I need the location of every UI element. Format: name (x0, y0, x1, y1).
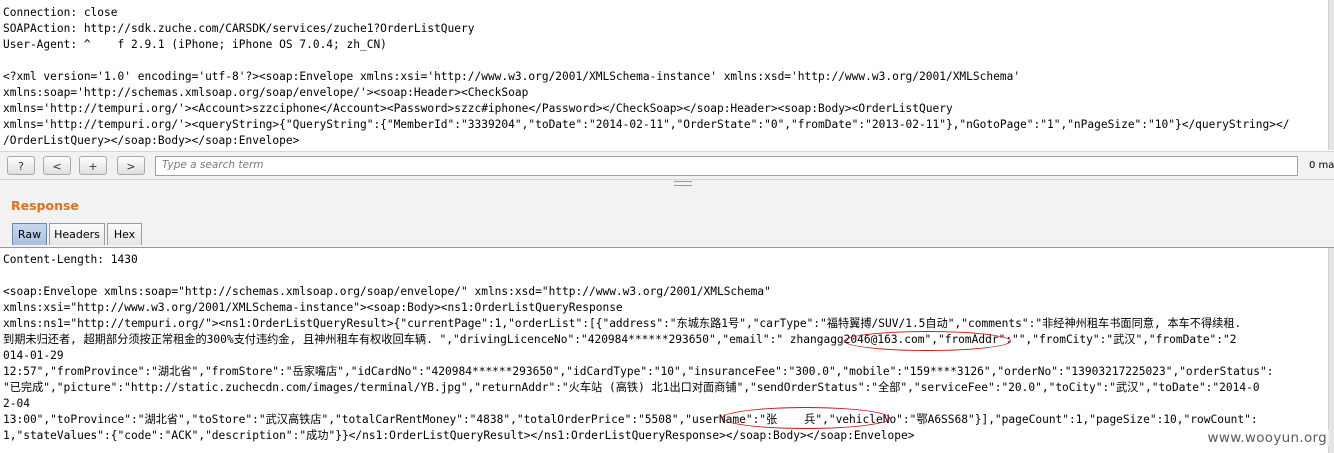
response-line: Content-Length: 1430 (3, 253, 138, 266)
add-search-button[interactable]: + (79, 156, 107, 175)
request-editor[interactable]: Connection: close SOAPAction: http://sdk… (0, 0, 1334, 150)
response-line: xmlns:xsi="http://www.w3.org/2001/XMLSch… (3, 301, 623, 314)
response-header: Response Raw Headers Hex (0, 187, 1334, 247)
username-highlight-ellipse (722, 407, 890, 429)
response-line: 到期未归还者, 超期部分须按正常租金的300%支付违约金, 且神州租车有权收回车… (3, 333, 1237, 346)
next-match-button[interactable]: > (117, 156, 145, 175)
search-input[interactable]: Type a search term (155, 156, 1298, 176)
splitter-grip-icon[interactable] (674, 181, 692, 186)
watermark: www.wooyun.org (1205, 430, 1329, 446)
tab-headers[interactable]: Headers (49, 223, 105, 245)
response-editor[interactable]: Content-Length: 1430 <soap:Envelope xmln… (0, 247, 1334, 453)
request-line: Connection: close (3, 6, 118, 19)
response-line: 13:00","toProvince":"湖北省","toStore":"武汉高… (3, 413, 1258, 426)
request-scrollbar[interactable] (1328, 0, 1334, 150)
response-line: <soap:Envelope xmlns:soap="http://schema… (3, 285, 771, 298)
request-line: xmlns:soap='http://schemas.xmlsoap.org/s… (3, 86, 529, 99)
request-line: SOAPAction: http://sdk.zuche.com/CARSDK/… (3, 22, 475, 35)
pane-splitter[interactable] (0, 180, 1334, 187)
request-line: User-Agent: ^ f 2.9.1 (iPhone; iPhone OS… (3, 38, 387, 51)
response-line: xmlns:ns1="http://tempuri.org/"><ns1:Ord… (3, 317, 1242, 330)
match-count: 0 mat (1309, 160, 1334, 171)
response-line: 2-04 (3, 397, 30, 410)
response-line: "已完成","picture":"http://static.zuchecdn.… (3, 381, 1260, 394)
previous-match-button[interactable]: < (43, 156, 71, 175)
request-line: xmlns='http://tempuri.org/'><queryString… (3, 118, 1290, 131)
response-scrollbar[interactable] (1328, 248, 1334, 453)
email-highlight-ellipse (844, 331, 1011, 351)
request-line: /OrderListQuery></soap:Body></soap:Envel… (3, 134, 300, 147)
search-placeholder: Type a search term (162, 159, 264, 171)
response-title: Response (11, 198, 79, 213)
request-search-bar: ? < + > Type a search term 0 mat (0, 151, 1334, 180)
tab-raw[interactable]: Raw (12, 223, 47, 245)
response-line: 014-01-29 (3, 349, 64, 362)
tab-hex[interactable]: Hex (107, 223, 142, 245)
request-line: <?xml version='1.0' encoding='utf-8'?><s… (3, 70, 1021, 83)
response-line: 12:57","fromProvince":"湖北省","fromStore":… (3, 365, 1274, 378)
request-line: xmlns='http://tempuri.org/'><Account>szz… (3, 102, 953, 115)
response-line: 1,"stateValues":{"code":"ACK","descripti… (3, 429, 915, 442)
help-button[interactable]: ? (7, 156, 35, 175)
